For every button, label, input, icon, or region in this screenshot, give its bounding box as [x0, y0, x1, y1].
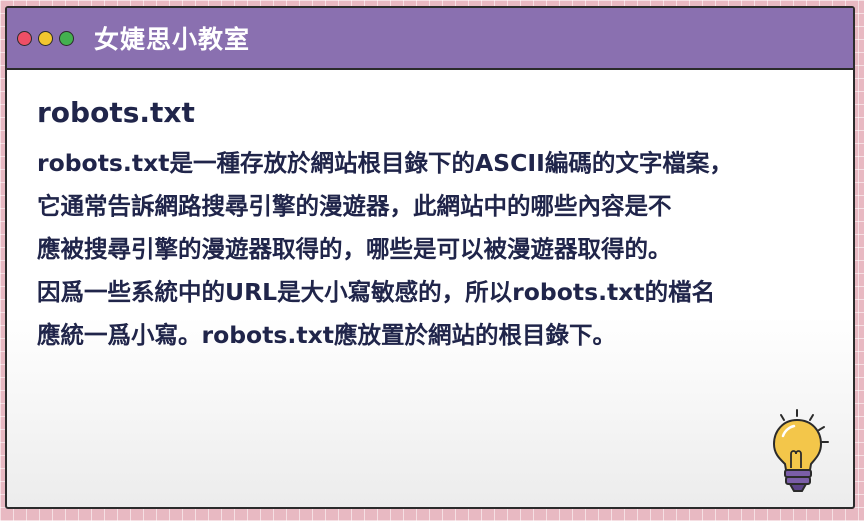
maximize-button[interactable] [59, 30, 74, 46]
lesson-content: robots.txt robots.txt是一種存放於網站根目錄下的ASCII編… [37, 96, 827, 357]
lightbulb-icon [772, 409, 829, 492]
close-button[interactable] [17, 30, 32, 46]
lesson-heading: robots.txt [37, 96, 195, 129]
paragraph-line: 應被搜尋引擎的漫遊器取得的，哪些是可以被漫遊器取得的。 [37, 234, 672, 263]
paragraph-line: 它通常告訴網路搜尋引擎的漫遊器，此網站中的哪些內容是不 [37, 191, 672, 220]
window-title: 女婕思小教室 [94, 25, 251, 54]
minimize-button[interactable] [38, 30, 53, 46]
title-bar: 女婕思小教室 [7, 8, 853, 70]
paragraph-line: 應統一爲小寫。robots.txt應放置於網站的根目錄下。 [37, 320, 616, 349]
paragraph-line: robots.txt是一種存放於網站根目錄下的ASCII編碼的文字檔案， [37, 148, 733, 177]
lesson-paragraph: robots.txt是一種存放於網站根目錄下的ASCII編碼的文字檔案， 它通常… [37, 142, 827, 357]
app-window: 女婕思小教室 robots.txt robots.txt是一種存放於網站根目錄下… [5, 6, 855, 509]
paragraph-line: 因爲一些系統中的URL是大小寫敏感的，所以robots.txt的檔名 [37, 277, 716, 306]
